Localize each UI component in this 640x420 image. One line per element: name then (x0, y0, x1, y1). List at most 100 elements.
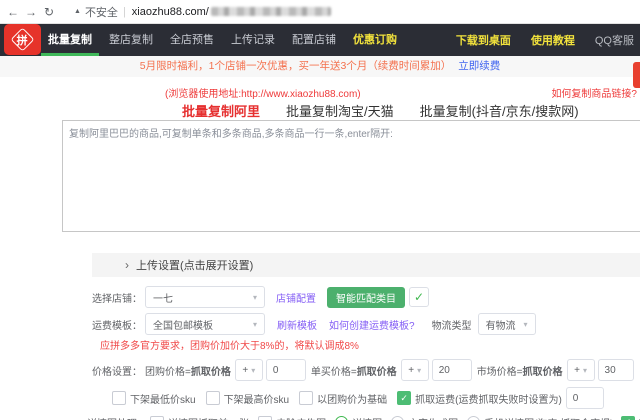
detail-image-row: 详情图处理： 详情图抓取前20张 去除广告图 详情图 文字生成图 手机详情图(淘… (85, 415, 640, 420)
radio-label: 手机详情图(淘宝,抓取会变慢) (484, 415, 613, 420)
caret-down-icon: ▾ (583, 366, 587, 375)
market-price-prefix: 市场价格= (477, 363, 523, 378)
logo-diamond-icon: 拼 (10, 27, 34, 51)
settings-form: 选择店铺： 一七 ▾ 店铺配置 智能匹配类目 ✓ 运费模板： 全国包邮模板 ▾ … (85, 277, 640, 420)
howto-copy-link[interactable]: 如何复制商品链接? (551, 85, 637, 100)
shop-select-label: 选择店铺： (85, 290, 142, 305)
url-divider: | (123, 6, 126, 18)
radio-label: 文字生成图 (408, 415, 458, 420)
app-logo[interactable]: 拼 (4, 24, 41, 55)
market-price-input[interactable] (598, 359, 634, 381)
checkbox-remove-highest-sku[interactable]: 下架最高价sku (206, 391, 290, 406)
renew-now-link[interactable]: 立即续费 (458, 60, 500, 72)
single-price-grab: 抓取价格 (357, 363, 397, 378)
freight-fallback-input[interactable] (566, 387, 604, 409)
download-desktop-link[interactable]: 下载到桌面 (456, 32, 511, 48)
single-price-op-select[interactable]: + ▾ (401, 359, 429, 381)
checkbox-icon (258, 416, 272, 420)
market-price-grab: 抓取价格 (523, 363, 563, 378)
checkbox-hd-image[interactable]: ✓ 高清图 (621, 415, 640, 420)
checkbox-label: 下架最低价sku (130, 391, 196, 406)
promo-notice-bar: 5月限时福利，1个店铺一次优惠，买一年送3个月（续费时间累加） 立即续费 (0, 56, 640, 77)
checkbox-icon (299, 391, 313, 405)
qq-service-link[interactable]: QQ客服 (595, 32, 634, 48)
shop-select[interactable]: 一七 ▾ (145, 286, 265, 308)
caret-down-icon: ▾ (524, 320, 528, 329)
radio-detail-image[interactable]: 详情图 (335, 415, 382, 420)
checkbox-grab-first-20[interactable]: 详情图抓取前20张 (150, 415, 249, 420)
price-settings-row: 价格设置： 团购价格=抓取价格 + ▾ 单买价格=抓取价格 + ▾ 市场价格=抓… (85, 359, 640, 381)
market-price-op-select[interactable]: + ▾ (567, 359, 595, 381)
checkbox-label: 下架最高价sku (224, 391, 290, 406)
market-price-op: + (574, 365, 580, 376)
group-price-op: + (242, 365, 248, 376)
checkbox-group-price-base[interactable]: 以团购价为基础 (299, 391, 387, 406)
single-price-input[interactable] (432, 359, 472, 381)
checkbox-label: 以团购价为基础 (317, 391, 387, 406)
nav-item-discount-order[interactable]: 优惠订购 (353, 24, 397, 56)
radio-mobile-detail-image[interactable]: 手机详情图(淘宝,抓取会变慢) (467, 415, 613, 420)
logistics-type-select[interactable]: 有物流 ▾ (478, 313, 536, 335)
radio-text-to-image[interactable]: 文字生成图 (391, 415, 458, 420)
product-links-textarea[interactable] (62, 120, 640, 232)
freight-template-label: 运费模板： (85, 317, 142, 332)
nav-item-batch-copy[interactable]: 批量复制 (48, 24, 92, 56)
radio-icon (391, 416, 404, 420)
group-price-grab: 抓取价格 (191, 363, 231, 378)
caret-down-icon: ▾ (253, 293, 257, 302)
radio-label: 详情图 (352, 415, 382, 420)
single-price-op: + (408, 365, 414, 376)
group-price-input[interactable] (266, 359, 306, 381)
smart-match-category-button[interactable]: 智能匹配类目 (327, 287, 405, 308)
price-policy-warning: 应拼多多官方要求，团购价加价大于8%的，将默认调成8% (100, 340, 640, 354)
browser-hint-text: (浏览器使用地址:http://www.xiaozhu88.com) (165, 85, 361, 100)
nav-right-links: 下载到桌面 使用教程 QQ客服 (456, 32, 640, 48)
caret-down-icon: ▾ (417, 366, 421, 375)
shop-config-link[interactable]: 店铺配置 (276, 290, 316, 305)
create-template-help-link[interactable]: 如何创建运费模板? (329, 317, 415, 332)
smart-match-checkbox[interactable]: ✓ (409, 287, 429, 307)
top-navbar: 拼 批量复制 整店复制 全店预售 上传记录 配置店铺 优惠订购 下载到桌面 使用… (0, 24, 640, 56)
group-price-prefix: 团购价格= (145, 363, 191, 378)
radio-selected-icon (335, 416, 348, 420)
insecure-warning-icon: ▲ (74, 8, 81, 15)
nav-item-upload-records[interactable]: 上传记录 (231, 24, 275, 56)
site-url: xiaozhu88.com/ (132, 6, 209, 18)
source-tabs: 批量复制阿里 批量复制淘宝/天猫 批量复制(抖音/京东/搜款网) (0, 100, 640, 120)
browser-forward-button[interactable]: → (22, 5, 40, 19)
promo-text: 5月限时福利，1个店铺一次优惠，买一年送3个月（续费时间累加） (140, 60, 452, 72)
browser-reload-button[interactable]: ↻ (40, 5, 58, 19)
hint-row: (浏览器使用地址:http://www.xiaozhu88.com) 如何复制商… (0, 84, 640, 100)
browser-toolbar: ← → ↻ ▲ 不安全 | xiaozhu88.com/ (0, 0, 640, 24)
browser-back-button[interactable]: ← (4, 5, 22, 19)
checkbox-grab-freight[interactable]: ✓ 抓取运费(运费抓取失败时设置为) (397, 391, 562, 406)
freight-template-value: 全国包邮模板 (153, 317, 213, 332)
nav-item-store-presale[interactable]: 全店预售 (170, 24, 214, 56)
shop-select-value: 一七 (153, 290, 173, 305)
tab-copy-douyin-jd[interactable]: 批量复制(抖音/京东/搜款网) (420, 101, 579, 120)
tab-copy-taobao-tmall[interactable]: 批量复制淘宝/天猫 (286, 101, 394, 120)
address-bar[interactable]: ▲ 不安全 | xiaozhu88.com/ (74, 4, 331, 20)
upload-settings-label: 上传设置(点击展开设置) (136, 257, 253, 273)
checkbox-checked-icon: ✓ (621, 416, 635, 420)
check-icon: ✓ (400, 393, 408, 404)
refresh-template-link[interactable]: 刷新模板 (277, 317, 317, 332)
upload-settings-toggle[interactable]: › 上传设置(点击展开设置) (92, 253, 640, 277)
tab-copy-alibaba[interactable]: 批量复制阿里 (182, 101, 260, 120)
nav-item-store-copy[interactable]: 整店复制 (109, 24, 153, 56)
logistics-type-value: 有物流 (486, 317, 516, 332)
tutorial-link[interactable]: 使用教程 (531, 32, 575, 48)
check-icon: ✓ (414, 290, 424, 304)
checkbox-icon (150, 416, 164, 420)
nav-item-configure-shop[interactable]: 配置店铺 (292, 24, 336, 56)
checkbox-checked-icon: ✓ (397, 391, 411, 405)
caret-down-icon: ▾ (251, 366, 255, 375)
sku-options-row: 下架最低价sku 下架最高价sku 以团购价为基础 ✓ 抓取运费(运费抓取失败时… (85, 387, 640, 409)
textarea-wrapper (62, 120, 640, 237)
nav-menu: 批量复制 整店复制 全店预售 上传记录 配置店铺 优惠订购 (48, 24, 397, 56)
checkbox-remove-ads[interactable]: 去除广告图 (258, 415, 326, 420)
checkbox-remove-lowest-sku[interactable]: 下架最低价sku (112, 391, 196, 406)
freight-template-select[interactable]: 全国包邮模板 ▾ (145, 313, 265, 335)
blurred-url-path (211, 7, 331, 16)
group-price-op-select[interactable]: + ▾ (235, 359, 263, 381)
